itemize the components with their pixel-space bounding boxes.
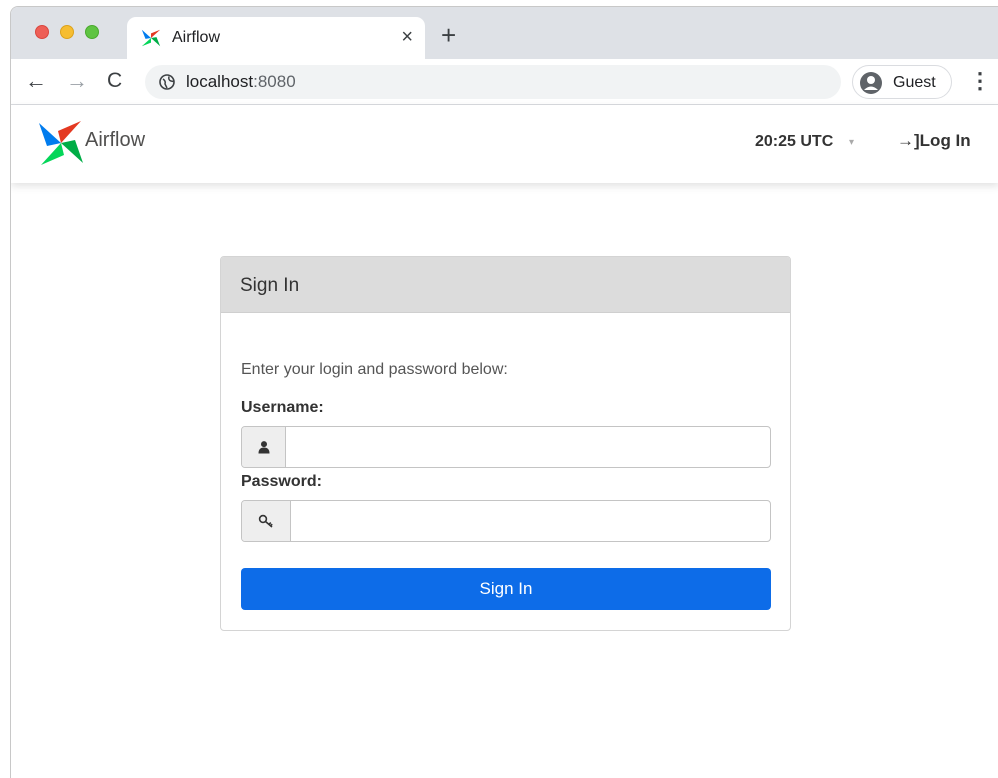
- password-field: [241, 500, 771, 542]
- user-icon: [258, 441, 269, 454]
- chevron-down-icon[interactable]: ▾: [849, 137, 854, 148]
- back-button[interactable]: ←: [25, 69, 47, 93]
- signin-title: Sign In: [240, 275, 300, 296]
- username-addon: [242, 427, 286, 467]
- password-label: Password:: [241, 473, 322, 490]
- globe-icon: [159, 74, 175, 90]
- profile-label: Guest: [893, 74, 936, 91]
- password-input[interactable]: [291, 501, 770, 541]
- close-tab-icon[interactable]: ×: [401, 26, 413, 48]
- browser-window: Airflow × + ← → C localhost:8080 Guest ⋮: [10, 6, 998, 778]
- tab-strip: Airflow × +: [11, 7, 998, 59]
- address-bar[interactable]: localhost:8080: [145, 65, 841, 99]
- tab-airflow[interactable]: Airflow ×: [127, 17, 425, 59]
- signin-panel-header: Sign In: [221, 257, 790, 313]
- minimize-window-button[interactable]: [60, 25, 74, 39]
- username-label: Username:: [241, 399, 324, 416]
- login-arrow-icon: →]: [897, 131, 920, 150]
- signin-panel: Sign In Enter your login and password be…: [220, 256, 791, 631]
- address-port: :8080: [253, 72, 296, 91]
- browser-toolbar: ← → C localhost:8080 Guest ⋮: [11, 59, 998, 105]
- maximize-window-button[interactable]: [85, 25, 99, 39]
- reload-button[interactable]: C: [107, 69, 122, 93]
- tab-title: Airflow: [172, 29, 221, 46]
- user-circle-icon: [860, 72, 882, 94]
- brand-name[interactable]: Airflow: [85, 129, 145, 152]
- airflow-pinwheel-icon: [141, 29, 161, 47]
- key-icon: [258, 514, 273, 528]
- address-url: localhost:8080: [186, 72, 296, 92]
- signin-instructions: Enter your login and password below:: [241, 361, 508, 378]
- new-tab-button[interactable]: +: [441, 22, 456, 48]
- address-host: localhost: [186, 72, 254, 91]
- login-link[interactable]: →]Log In: [897, 131, 971, 151]
- signin-button[interactable]: Sign In: [241, 568, 771, 610]
- browser-menu-icon[interactable]: ⋮: [969, 69, 991, 93]
- login-label: Log In: [919, 131, 971, 150]
- utc-clock[interactable]: 20:25 UTC: [755, 133, 833, 151]
- username-field: [241, 426, 771, 468]
- airflow-pinwheel-icon[interactable]: [37, 119, 85, 167]
- forward-button[interactable]: →: [66, 69, 88, 93]
- close-window-button[interactable]: [35, 25, 49, 39]
- profile-button[interactable]: Guest: [852, 65, 952, 99]
- password-addon: [242, 501, 291, 541]
- username-input[interactable]: [286, 427, 770, 467]
- airflow-navbar: Airflow 20:25 UTC ▾ →]Log In: [11, 105, 998, 183]
